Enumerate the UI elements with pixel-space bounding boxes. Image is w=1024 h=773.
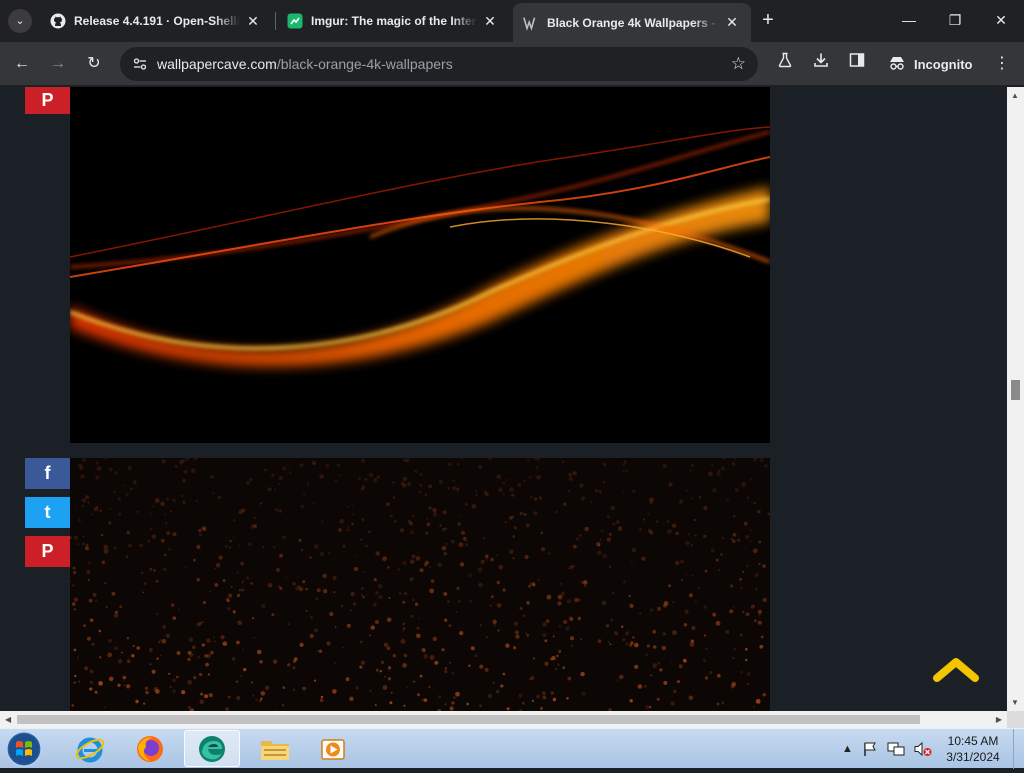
twitter-share-button[interactable]: t (25, 497, 70, 528)
arrow-right-icon: → (50, 55, 66, 72)
windows-taskbar: ▲ 10:45 AM 3/31/2024 (0, 728, 1024, 769)
show-desktop-button[interactable] (1013, 729, 1024, 769)
forward-button[interactable]: → (44, 50, 72, 78)
system-tray: ▲ (842, 733, 932, 765)
url-path: /black-orange-4k-wallpapers (276, 56, 453, 72)
page-viewport: P f t P (0, 87, 1007, 711)
reload-icon: ↻ (87, 55, 101, 72)
close-window-button[interactable]: ✕ (978, 6, 1024, 34)
tab-title: Release 4.4.191 · Open-Shell/Open-Shell-… (74, 14, 240, 28)
arrow-left-icon: ← (14, 55, 30, 72)
vertical-scrollbar[interactable]: ▲ ▼ (1007, 87, 1024, 711)
browser-toolbar: ← → ↻ wallpapercave.com/black-orange-4k-… (0, 42, 1024, 86)
start-button[interactable] (4, 730, 44, 768)
chevron-up-icon (933, 658, 979, 682)
bookmark-star-icon[interactable]: ☆ (731, 54, 746, 74)
internet-explorer-icon (75, 737, 105, 762)
facebook-share-button[interactable]: f (25, 458, 70, 489)
network-icon[interactable] (887, 741, 905, 757)
tab-search-button[interactable]: ⌄ (8, 9, 32, 33)
wallpaper-image-orange-waves[interactable] (70, 87, 770, 443)
scroll-to-top-button[interactable] (933, 654, 979, 684)
scroll-down-arrow-icon[interactable]: ▼ (1011, 698, 1019, 707)
site-settings-icon[interactable] (132, 56, 148, 72)
reload-button[interactable]: ↻ (80, 50, 108, 78)
tab-separator (275, 12, 276, 30)
side-panel-button[interactable] (843, 50, 871, 78)
minimize-button[interactable]: — (886, 6, 932, 34)
labs-button[interactable] (771, 50, 799, 78)
restore-button[interactable]: ❐ (932, 6, 978, 34)
scroll-right-arrow-icon[interactable]: ▶ (996, 715, 1002, 724)
url-domain: wallpapercave.com (157, 56, 277, 72)
pinterest-share-button[interactable]: P (25, 536, 70, 567)
plus-icon: + (762, 9, 774, 31)
horizontal-scrollbar[interactable]: ◀ ▶ (0, 711, 1007, 728)
media-player-icon (321, 738, 345, 760)
show-hidden-icons-icon[interactable]: ▲ (842, 743, 853, 755)
minimize-icon: — (902, 12, 916, 28)
restore-icon: ❐ (948, 12, 962, 28)
imgur-icon (287, 13, 303, 29)
taskbar-media-player[interactable] (305, 730, 361, 767)
incognito-label: Incognito (914, 56, 973, 72)
close-icon: ✕ (995, 12, 1007, 28)
pinterest-icon: P (41, 541, 54, 561)
chevron-down-icon: ⌄ (15, 15, 25, 27)
taskbar-clock[interactable]: 10:45 AM 3/31/2024 (938, 733, 1008, 765)
taskbar-firefox[interactable] (122, 730, 178, 767)
close-tab-icon[interactable]: ✕ (481, 13, 499, 30)
horizontal-scroll-thumb[interactable] (17, 715, 920, 724)
taskbar-internet-explorer[interactable] (62, 730, 118, 767)
close-tab-icon[interactable]: ✕ (723, 14, 741, 31)
browser-menu-button[interactable]: ⋮ (988, 50, 1016, 78)
tab-title: Imgur: The magic of the Internet (311, 14, 477, 28)
url-text[interactable]: wallpapercave.com/black-orange-4k-wallpa… (157, 56, 453, 72)
pinterest-icon: P (41, 90, 54, 110)
clock-time: 10:45 AM (947, 734, 999, 748)
scrollbar-corner (1007, 711, 1024, 728)
twitter-icon: t (44, 502, 51, 522)
back-button[interactable]: ← (8, 50, 36, 78)
scroll-left-arrow-icon[interactable]: ◀ (5, 715, 11, 724)
vertical-scroll-thumb[interactable] (1011, 380, 1020, 400)
tab-wallpapercave[interactable]: Black Orange 4k Wallpapers - WallpaperCa… (513, 3, 751, 42)
pinterest-share-button[interactable]: P (25, 87, 70, 114)
more-vertical-icon: ⋮ (994, 55, 1010, 72)
incognito-icon (888, 55, 906, 74)
download-icon (814, 53, 828, 67)
tab-strip: ⌄ Release 4.4.191 · Open-Shell/Open-Shel… (0, 0, 1024, 42)
wallpaper-image-orange-particles[interactable] (70, 458, 770, 711)
tab-github-release[interactable]: Release 4.4.191 · Open-Shell/Open-Shell-… (40, 3, 272, 39)
scroll-up-arrow-icon[interactable]: ▲ (1011, 91, 1019, 100)
file-explorer-icon (261, 740, 289, 760)
edge-icon (199, 735, 225, 762)
close-tab-icon[interactable]: ✕ (244, 13, 262, 30)
downloads-button[interactable] (807, 50, 835, 78)
wallpapercave-icon (523, 15, 539, 31)
github-icon (50, 13, 66, 29)
facebook-icon: f (44, 463, 51, 483)
volume-muted-icon[interactable] (914, 741, 932, 757)
tab-imgur[interactable]: Imgur: The magic of the Internet ✕ (277, 3, 509, 39)
clock-date: 3/31/2024 (946, 750, 1000, 764)
firefox-icon (137, 735, 163, 762)
incognito-indicator[interactable]: Incognito (888, 50, 973, 78)
taskbar-edge[interactable] (184, 730, 240, 767)
action-center-flag-icon[interactable] (862, 741, 878, 757)
taskbar-file-explorer[interactable] (247, 730, 303, 767)
address-bar[interactable]: wallpapercave.com/black-orange-4k-wallpa… (120, 47, 758, 81)
new-tab-button[interactable]: + (758, 9, 778, 31)
side-panel-icon (849, 53, 865, 67)
tab-title: Black Orange 4k Wallpapers - WallpaperCa… (547, 15, 719, 30)
windows-logo-icon (6, 731, 42, 767)
flask-icon (778, 52, 792, 68)
